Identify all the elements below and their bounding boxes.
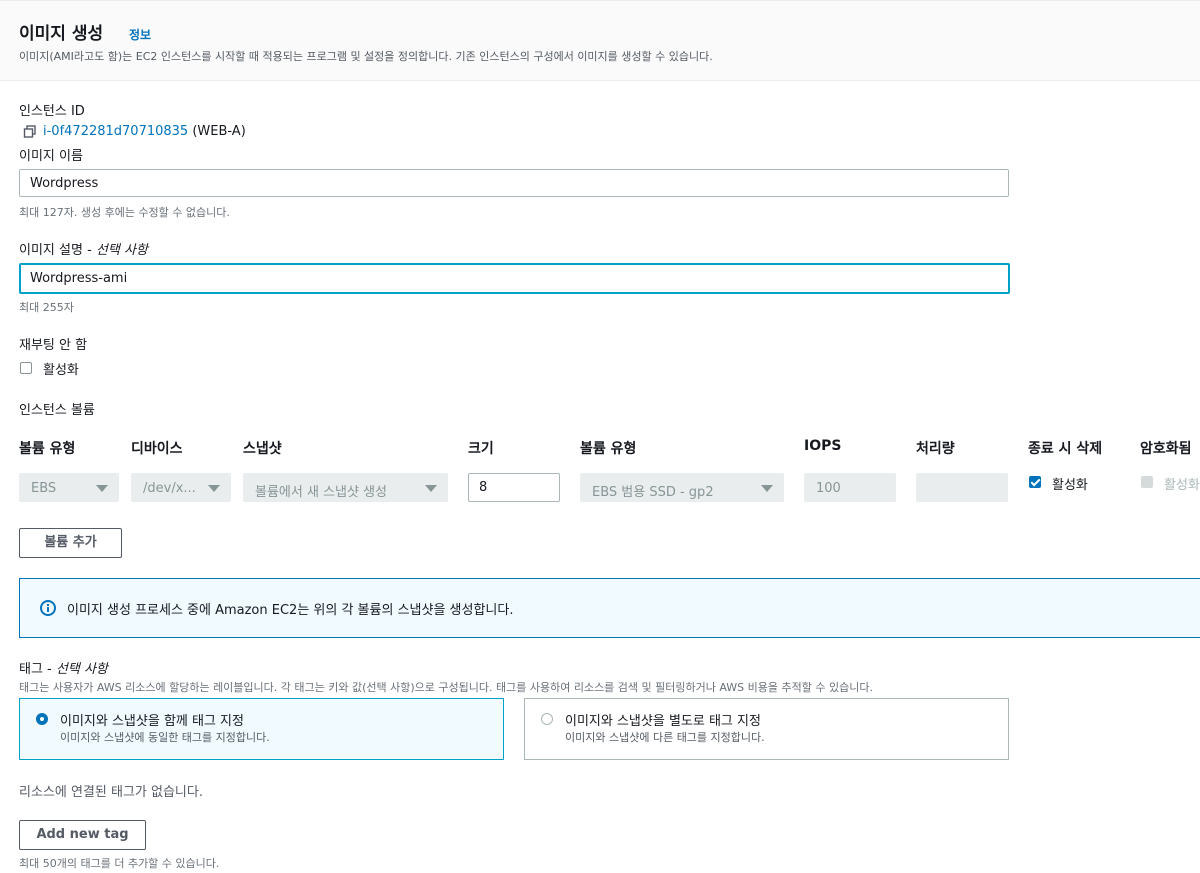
- tags-label: 태그 - 선택 사항: [19, 662, 108, 677]
- copy-icon[interactable]: [23, 124, 37, 138]
- instance-id-label: 인스턴스 ID: [19, 104, 85, 119]
- encrypted-checkbox: [1141, 476, 1153, 488]
- instance-name: (WEB-A): [192, 124, 246, 139]
- tag-together-radio[interactable]: [36, 713, 48, 725]
- snapshot-select: 볼륨에서 새 스냅샷 생성: [243, 473, 448, 502]
- instance-id-link[interactable]: i-0f472281d70710835: [43, 124, 188, 139]
- chevron-down-icon: [96, 485, 108, 492]
- delete-on-termination-checkbox[interactable]: [1029, 476, 1041, 488]
- info-link[interactable]: 정보: [129, 26, 151, 43]
- chevron-down-icon: [208, 485, 220, 492]
- tag-together-title: 이미지와 스냅샷을 함께 태그 지정: [60, 714, 244, 729]
- tags-description: 태그는 사용자가 AWS 리소스에 할당하는 레이블입니다. 각 태그는 키와 …: [19, 681, 873, 694]
- column-ebs-volume-type: 볼륨 유형: [580, 441, 637, 457]
- column-size: 크기: [468, 441, 494, 457]
- tag-separately-desc: 이미지와 스냅샷에 다른 태그를 지정합니다.: [565, 731, 765, 744]
- tag-together-option[interactable]: 이미지와 스냅샷을 함께 태그 지정 이미지와 스냅샷에 동일한 태그를 지정합…: [19, 698, 504, 760]
- no-reboot-checkbox-label: 활성화: [43, 363, 79, 378]
- tag-together-desc: 이미지와 스냅샷에 동일한 태그를 지정합니다.: [60, 731, 270, 744]
- column-snapshot: 스냅샷: [243, 441, 282, 457]
- image-description-hint: 최대 255자: [19, 301, 74, 314]
- image-description-label: 이미지 설명 - 선택 사항: [19, 243, 148, 258]
- no-reboot-label: 재부팅 안 함: [19, 338, 88, 353]
- page-header: 이미지 생성 정보 이미지(AMI라고도 함)는 EC2 인스턴스를 시작할 때…: [0, 0, 1200, 81]
- encrypted-label: 활성화: [1164, 478, 1200, 493]
- no-tags-text: 리소스에 연결된 태그가 없습니다.: [19, 785, 203, 800]
- image-name-input[interactable]: [19, 169, 1009, 197]
- tag-separately-title: 이미지와 스냅샷을 별도로 태그 지정: [565, 714, 761, 729]
- alert-text: 이미지 생성 프로세스 중에 Amazon EC2는 위의 각 볼륨의 스냅샷을…: [67, 603, 514, 618]
- column-volume-type: 볼륨 유형: [19, 441, 76, 457]
- chevron-down-icon: [425, 485, 437, 492]
- volume-type-select: EBS: [19, 473, 119, 502]
- tag-separately-option[interactable]: 이미지와 스냅샷을 별도로 태그 지정 이미지와 스냅샷에 다른 태그를 지정합…: [524, 698, 1009, 760]
- add-volume-button[interactable]: 볼륨 추가: [19, 528, 122, 558]
- ebs-volume-type-select: EBS 범용 SSD - gp2: [580, 473, 784, 502]
- image-name-hint: 최대 127자. 생성 후에는 수정할 수 없습니다.: [19, 206, 230, 219]
- column-throughput: 처리량: [916, 441, 955, 457]
- device-select: /dev/x...: [131, 473, 231, 502]
- info-icon: [40, 600, 56, 616]
- throughput-input: [916, 473, 1008, 502]
- image-description-input[interactable]: [19, 263, 1010, 294]
- column-iops: IOPS: [804, 438, 842, 454]
- volume-size-input[interactable]: [468, 473, 560, 502]
- snapshot-info-alert: 이미지 생성 프로세스 중에 Amazon EC2는 위의 각 볼륨의 스냅샷을…: [19, 578, 1200, 638]
- column-delete-on-termination: 종료 시 삭제: [1028, 441, 1103, 457]
- image-name-label: 이미지 이름: [19, 149, 83, 164]
- instance-volumes-label: 인스턴스 볼륨: [19, 403, 95, 418]
- delete-on-termination-label: 활성화: [1052, 478, 1088, 493]
- column-encrypted: 암호화됨: [1140, 441, 1192, 457]
- page-title: 이미지 생성: [19, 24, 104, 44]
- tag-separately-radio[interactable]: [541, 713, 553, 725]
- add-new-tag-button[interactable]: Add new tag: [19, 820, 146, 850]
- page-description: 이미지(AMI라고도 함)는 EC2 인스턴스를 시작할 때 적용되는 프로그램…: [19, 50, 713, 63]
- tag-limit-hint: 최대 50개의 태그를 더 추가할 수 있습니다.: [19, 857, 220, 870]
- column-device: 디바이스: [131, 441, 183, 457]
- no-reboot-checkbox[interactable]: [20, 362, 32, 374]
- chevron-down-icon: [761, 485, 773, 492]
- iops-input: 100: [804, 473, 896, 502]
